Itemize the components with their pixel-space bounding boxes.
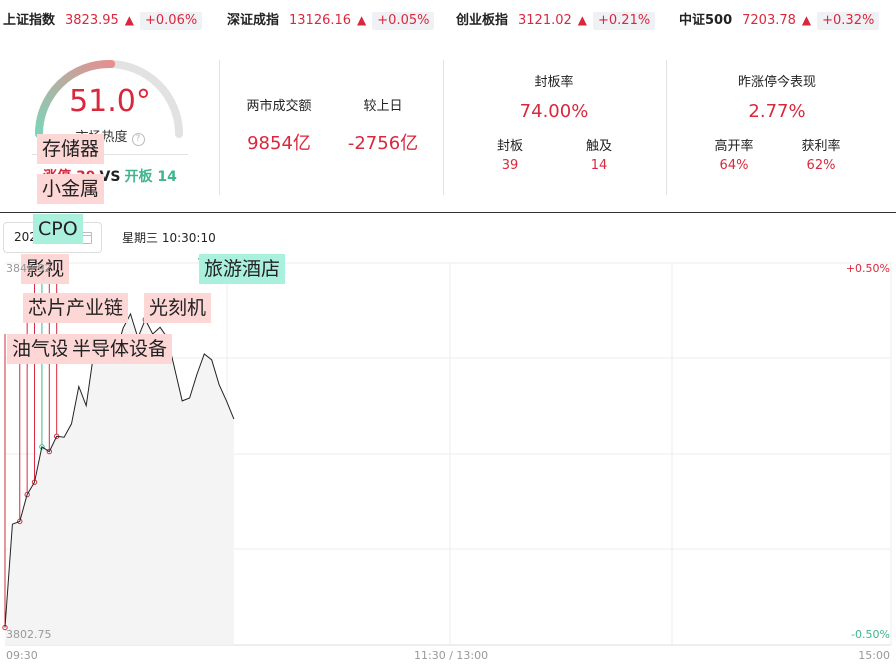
x-axis-end: 15:00 (858, 649, 890, 662)
ticker-name: 创业板指 (456, 13, 509, 28)
divider (443, 60, 444, 195)
up-arrow-icon: ▲ (124, 13, 135, 27)
up-arrow-icon: ▲ (801, 13, 812, 27)
x-axis-start: 09:30 (6, 649, 38, 662)
high-open-value: 64% (719, 158, 749, 173)
ticker-pct: +0.06% (140, 12, 203, 30)
ticker-sz[interactable]: 深证成指 13126.16 ▲ +0.05% (227, 11, 435, 30)
yesterday-value: 2.77% (748, 101, 806, 122)
ticker-zz500[interactable]: 中证500 7203.78 ▲ +0.32% (679, 11, 880, 30)
up-arrow-icon: ▲ (577, 13, 588, 27)
ticker-name: 中证500 (679, 13, 733, 28)
event-tag[interactable]: 油气设 (7, 334, 75, 364)
yesterday-label: 昨涨停今表现 (737, 75, 816, 90)
x-axis-mid: 11:30 / 13:00 (414, 649, 489, 662)
event-tag[interactable]: 光刻机 (144, 293, 212, 323)
pct-axis-top: +0.50% (845, 262, 890, 275)
event-tag[interactable]: 半导体设备 (67, 334, 173, 364)
index-ticker-bar: 上证指数 3823.95 ▲ +0.06% 深证成指 13126.16 ▲ +0.05% 创… (0, 0, 896, 40)
touched-label: 触及 (585, 139, 612, 154)
sealed-value: 39 (501, 158, 519, 173)
ticker-value: 3823.95 (65, 13, 119, 28)
event-tag[interactable]: 小金属 (37, 174, 105, 204)
event-tag[interactable]: CPO (33, 214, 83, 244)
intraday-chart[interactable] (0, 258, 896, 668)
sealed-label: 封板 (496, 139, 523, 154)
touched-value: 14 (590, 158, 608, 173)
ticker-name: 上证指数 (3, 13, 56, 28)
open-board-count: 开板 14 (124, 169, 177, 185)
seal-rate-label: 封板率 (534, 75, 574, 90)
ticker-pct: +0.32% (817, 12, 880, 30)
event-tag[interactable]: 旅游酒店 (199, 254, 286, 284)
seal-rate-value: 74.00% (519, 101, 589, 122)
divider (219, 60, 220, 195)
profit-label: 获利率 (801, 139, 841, 154)
event-tag[interactable]: 存储器 (37, 134, 105, 164)
y-axis-top: 3840.92 (6, 262, 52, 275)
ticker-pct: +0.05% (372, 12, 435, 30)
high-open-label: 高开率 (714, 139, 754, 154)
ticker-cyb[interactable]: 创业板指 3121.02 ▲ +0.21% (456, 11, 656, 30)
y-axis-bottom: 3802.75 (6, 628, 52, 641)
turnover-label: 两市成交额 (246, 99, 312, 114)
ticker-name: 深证成指 (227, 13, 280, 28)
up-arrow-icon: ▲ (357, 13, 367, 27)
pct-axis-bottom: -0.50% (851, 628, 890, 641)
event-tag[interactable]: 芯片产业链 (23, 293, 129, 323)
heat-value: 51.0° (69, 84, 151, 119)
ticker-value: 3121.02 (518, 13, 572, 28)
profit-value: 62% (806, 158, 836, 173)
market-stats-panel: 51.0° 市场热度? 涨停 39VS开板 14 两市成交额 9854亿 较上日… (0, 40, 896, 213)
ticker-sh[interactable]: 上证指数 3823.95 ▲ +0.06% (3, 11, 203, 30)
ticker-value: 7203.78 (742, 13, 796, 28)
compare-label: 较上日 (363, 99, 403, 114)
help-icon[interactable]: ? (131, 133, 145, 146)
divider (666, 60, 667, 195)
weekday-time: 星期三 10:30:10 (122, 231, 216, 245)
ticker-pct: +0.21% (593, 12, 656, 30)
compare-value: -2756亿 (347, 133, 419, 154)
turnover-value: 9854亿 (247, 133, 311, 154)
ticker-value: 13126.16 (289, 13, 352, 28)
